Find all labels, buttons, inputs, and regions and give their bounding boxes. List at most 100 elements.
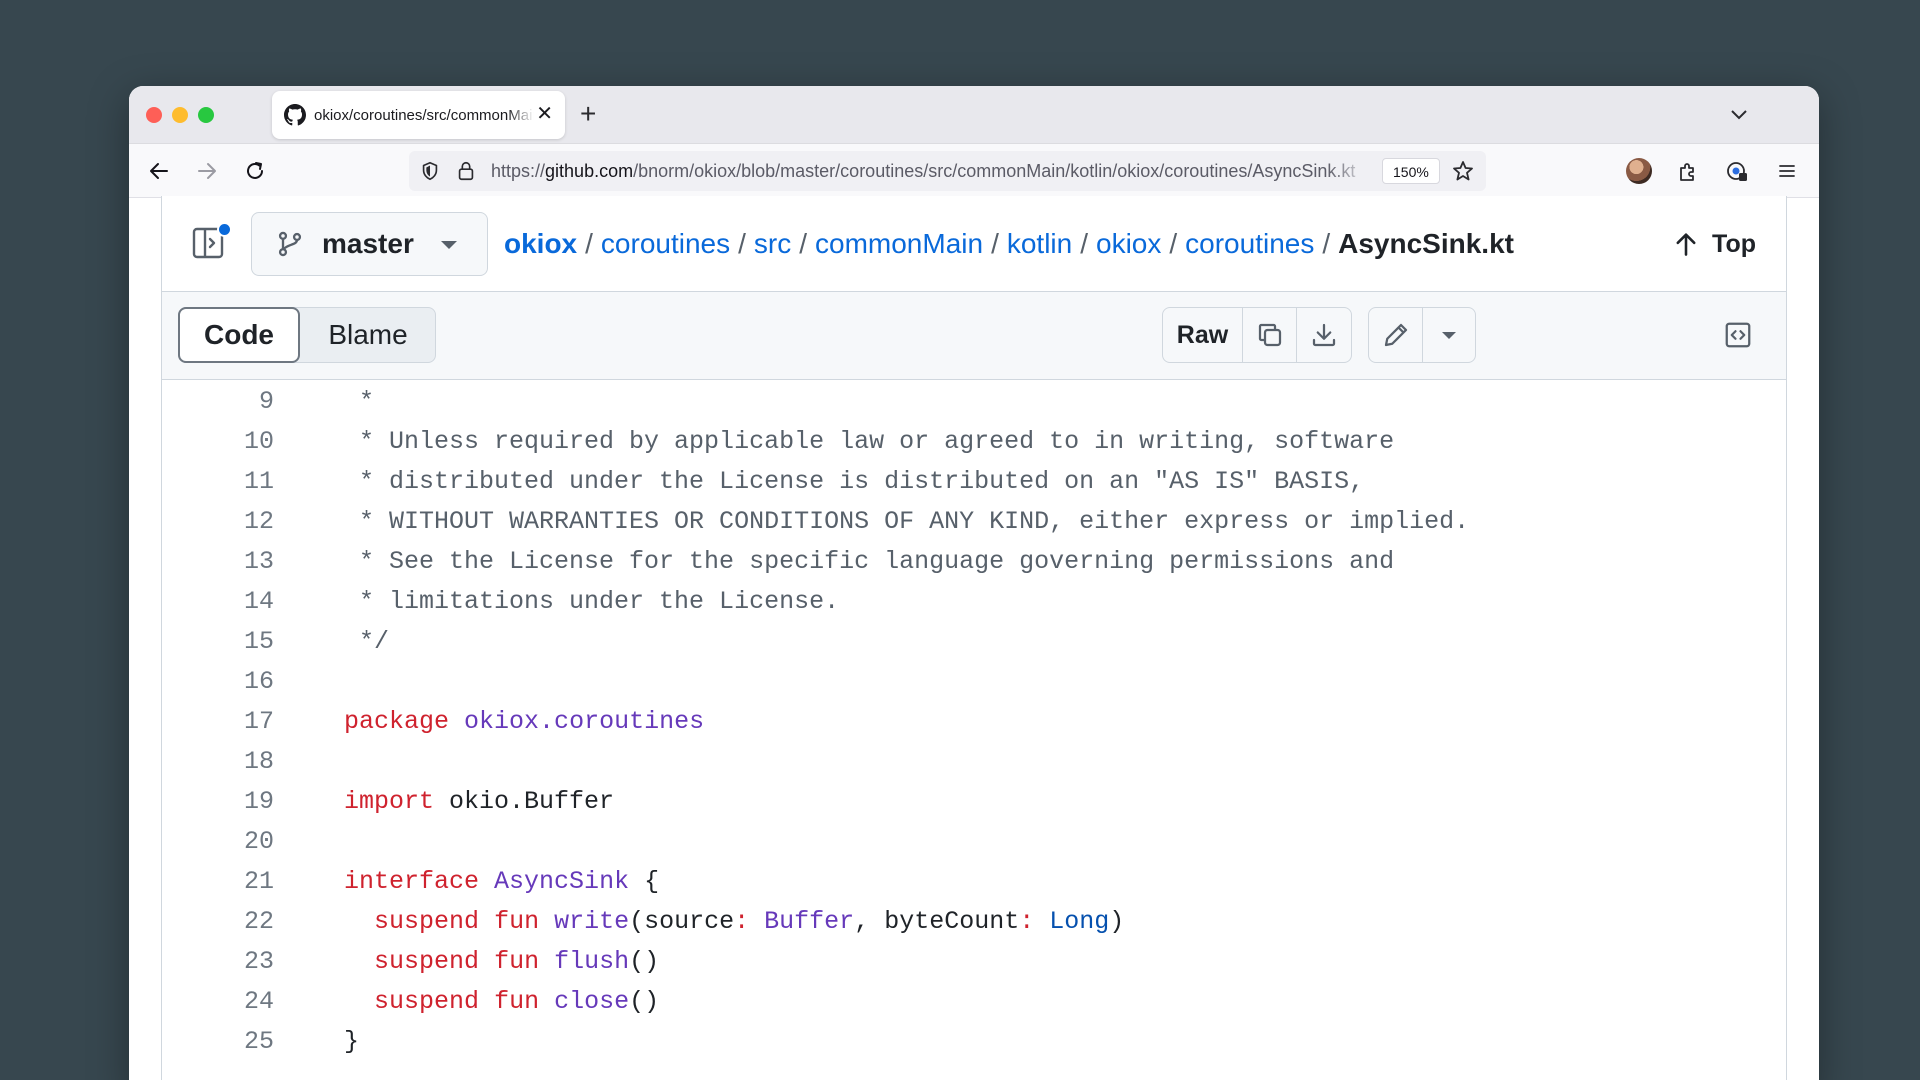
url-path: /bnorm/okiox/blob/master/coroutines/src/… [633,161,1356,181]
tab-blame[interactable]: Blame [301,308,435,362]
top-button[interactable]: Top [1672,224,1756,264]
breadcrumb-dir-src[interactable]: src [754,228,791,259]
raw-copy-download-group: Raw [1162,307,1352,363]
app-menu-icon[interactable] [1775,159,1799,183]
line-code: suspend fun write(source: Buffer, byteCo… [344,902,1124,942]
line-number[interactable]: 14 [162,582,274,622]
code-line: 25} [162,1022,1786,1062]
download-raw-button[interactable] [1297,308,1351,362]
symbols-panel-button[interactable] [1710,307,1766,363]
close-window-button[interactable] [146,107,162,123]
line-code: * See the License for the specific langu… [344,542,1394,582]
breadcrumb-repo[interactable]: okiox [504,228,577,259]
forward-icon[interactable] [195,159,219,183]
tab-code[interactable]: Code [178,307,300,363]
breadcrumb-separator: / [1169,228,1178,259]
back-icon[interactable] [147,159,171,183]
line-number[interactable]: 22 [162,902,274,942]
code-line: 16 [162,662,1786,702]
code-line: 10 * Unless required by applicable law o… [162,422,1786,462]
github-icon [284,104,306,126]
code-token: * distributed under the License is distr… [344,467,1365,496]
copy-raw-button[interactable] [1243,308,1297,362]
zoom-level-badge[interactable]: 150% [1382,158,1440,184]
code-token: close [554,987,630,1016]
lock-icon[interactable] [455,160,477,182]
bookmark-star-icon[interactable] [1451,159,1475,183]
tracking-protection-shield-icon[interactable] [419,160,441,182]
line-number[interactable]: 13 [162,542,274,582]
line-number[interactable]: 15 [162,622,274,662]
minimize-window-button[interactable] [172,107,188,123]
zoom-window-button[interactable] [198,107,214,123]
extensions-puzzle-icon[interactable] [1676,159,1700,183]
url-host: github.com [545,161,634,181]
breadcrumb-dir-okiox[interactable]: okiox [1096,228,1161,259]
address-bar[interactable]: https://github.com/bnorm/okiox/blob/mast… [409,151,1486,191]
line-number[interactable]: 25 [162,1022,274,1062]
download-icon [1312,323,1336,347]
breadcrumb-dir-kotlin[interactable]: kotlin [1007,228,1072,259]
code-line: 20 [162,822,1786,862]
breadcrumb-dir-coroutines[interactable]: coroutines [601,228,730,259]
line-code: * Unless required by applicable law or a… [344,422,1394,462]
top-label: Top [1712,229,1756,258]
code-token: (source [629,907,735,936]
code-line: 9 * [162,382,1786,422]
line-number[interactable]: 18 [162,742,274,782]
line-number[interactable]: 9 [162,382,274,422]
code-line: 19 import okio.Buffer [162,782,1786,822]
code-token: suspend [374,947,480,976]
raw-button[interactable]: Raw [1163,308,1243,362]
code-token: flush [554,947,630,976]
code-line: 12 * WITHOUT WARRANTIES OR CONDITIONS OF… [162,502,1786,542]
code-token: fun [494,907,540,936]
code-token: suspend [374,907,480,936]
tab-close-icon[interactable]: ✕ [536,102,553,126]
new-tab-button[interactable]: + [580,98,596,130]
branch-name: master [322,228,414,259]
breadcrumb-separator: / [799,228,807,259]
file-view: master okiox / coroutines / src / commonMain / k… [161,196,1787,1080]
line-number[interactable]: 24 [162,982,274,1022]
line-code: suspend fun flush() [344,942,659,982]
code-line: 15 */ [162,622,1786,662]
code-line: 22 suspend fun write(source: Buffer, byt… [162,902,1786,942]
line-number[interactable]: 19 [162,782,274,822]
line-number[interactable]: 16 [162,662,274,702]
line-number[interactable]: 10 [162,422,274,462]
line-number[interactable]: 23 [162,942,274,982]
line-number[interactable]: 17 [162,702,274,742]
browser-tab[interactable]: okiox/coroutines/src/commonMain/kotlin/o… [272,91,565,139]
line-number[interactable]: 12 [162,502,274,542]
edit-file-button[interactable] [1369,308,1423,362]
line-number[interactable]: 21 [162,862,274,902]
line-number[interactable]: 11 [162,462,274,502]
code-line: 18 [162,742,1786,782]
list-all-tabs-icon[interactable] [1729,104,1749,124]
edit-group [1368,307,1476,363]
line-code: * WITHOUT WARRANTIES OR CONDITIONS OF AN… [344,502,1469,542]
account-avatar[interactable] [1626,158,1652,184]
copy-icon [1258,323,1281,347]
code-line: 23 suspend fun flush() [162,942,1786,982]
reload-icon[interactable] [243,159,267,183]
code-token: suspend [374,987,480,1016]
line-number[interactable]: 20 [162,822,274,862]
breadcrumb-dir-coroutines-2[interactable]: coroutines [1185,228,1314,259]
password-manager-icon[interactable] [1725,159,1749,183]
url-text[interactable]: https://github.com/bnorm/okiox/blob/mast… [491,161,1371,183]
code-token: * WITHOUT WARRANTIES OR CONDITIONS OF AN… [344,507,1470,536]
more-edit-options-button[interactable] [1423,308,1475,362]
line-code: import okio.Buffer [344,782,614,822]
branch-selector-button[interactable]: master [251,212,488,276]
page-content: master okiox / coroutines / src / commonMain / k… [129,196,1819,1080]
line-code: * limitations under the License. [344,582,839,622]
code-token: fun [494,947,540,976]
breadcrumb-dir-commonmain[interactable]: commonMain [815,228,983,259]
code-token: Long [1049,907,1110,936]
